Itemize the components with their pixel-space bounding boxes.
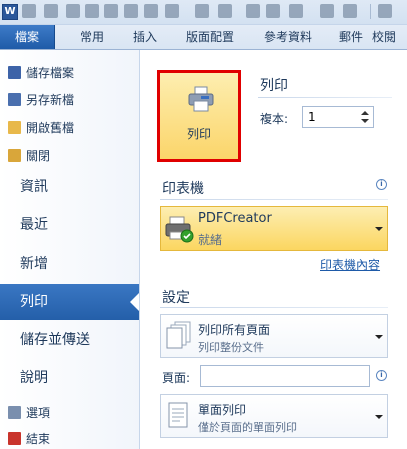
options-icon <box>8 406 21 419</box>
print-sides-subtitle: 僅於頁面的單面列印 <box>198 421 297 434</box>
exit-icon <box>8 432 21 445</box>
symbol-icon[interactable] <box>289 4 303 18</box>
nav-recent[interactable]: 最近 <box>0 207 139 243</box>
picture-icon[interactable] <box>246 4 260 18</box>
printer-name: PDFCreator <box>198 211 272 226</box>
nav-options-label: 選項 <box>26 406 51 420</box>
printer-info-icon[interactable]: i <box>376 179 387 190</box>
ribbon-tab-bar: 檔案 常用 插入 版面配置 參考資料 郵件 校閱 <box>0 25 407 50</box>
nav-options[interactable]: 選項 <box>0 403 139 423</box>
save-icon <box>8 66 21 79</box>
nav-new[interactable]: 新增 <box>0 246 139 282</box>
copies-label: 複本: <box>260 112 289 126</box>
chart-icon[interactable] <box>266 4 280 18</box>
all-pages-icon <box>166 321 191 349</box>
printer-dropdown[interactable]: PDFCreator 就緒 <box>160 206 388 251</box>
nav-help[interactable]: 說明 <box>0 360 139 396</box>
text-box-icon[interactable] <box>165 4 179 18</box>
printer-status: 就緒 <box>198 233 223 247</box>
print-preview-icon[interactable] <box>144 4 158 18</box>
tab-page-layout[interactable]: 版面配置 <box>172 25 248 49</box>
dropdown-arrow-icon <box>375 335 383 339</box>
smartart-icon[interactable] <box>320 4 334 18</box>
tab-insert[interactable]: 插入 <box>122 25 168 49</box>
spin-up-icon[interactable] <box>361 111 369 115</box>
pages-info-icon[interactable]: i <box>376 370 387 381</box>
nav-open-label: 開啟舊檔 <box>26 121 75 135</box>
dropdown-arrow-icon <box>375 227 383 231</box>
settings-heading-rule <box>160 307 388 308</box>
pages-label: 頁面: <box>162 371 191 385</box>
open-folder-icon <box>8 121 21 134</box>
one-sided-icon <box>168 402 188 428</box>
open-icon[interactable] <box>104 4 118 18</box>
print-range-dropdown[interactable]: 列印所有頁面 列印整份文件 <box>160 314 388 358</box>
nav-close[interactable]: 關閉 <box>0 146 139 166</box>
settings-heading: 設定 <box>162 290 190 306</box>
print-range-subtitle: 列印整份文件 <box>198 341 264 354</box>
tab-review[interactable]: 校閱 <box>372 25 407 49</box>
printer-heading-rule <box>160 199 388 200</box>
close-doc-icon <box>8 149 21 162</box>
tab-home[interactable]: 常用 <box>64 25 120 49</box>
nav-save-label: 儲存檔案 <box>26 66 75 80</box>
copies-spinner[interactable]: 1 <box>302 106 374 128</box>
printer-properties-link[interactable]: 印表機內容 <box>320 256 380 273</box>
dropdown-arrow-icon <box>375 415 383 419</box>
shapes-icon[interactable] <box>343 4 357 18</box>
print-range-title: 列印所有頁面 <box>198 323 271 337</box>
nav-print[interactable]: 列印 <box>0 284 139 320</box>
tab-references[interactable]: 參考資料 <box>252 25 324 49</box>
redo-icon[interactable] <box>66 4 80 18</box>
nav-close-label: 關閉 <box>26 149 51 163</box>
pdf-printer-icon <box>165 216 194 243</box>
nav-save-as-label: 另存新檔 <box>26 93 75 107</box>
nav-exit-label: 結束 <box>26 432 51 446</box>
print-button-label: 列印 <box>186 127 211 141</box>
print-button[interactable]: 列印 <box>157 70 241 162</box>
print-sides-dropdown[interactable]: 單面列印 僅於頁面的單面列印 <box>160 394 388 438</box>
columns-icon[interactable] <box>195 4 209 18</box>
save-as-icon <box>8 93 21 106</box>
spin-down-icon[interactable] <box>361 119 369 123</box>
undo-icon[interactable] <box>44 4 58 18</box>
tab-file[interactable]: 檔案 <box>0 25 55 49</box>
nav-save-as[interactable]: 另存新檔 <box>0 90 139 110</box>
printer-heading: 印表機 <box>162 181 204 197</box>
word-logo-icon[interactable]: W <box>2 4 18 20</box>
print-heading-rule <box>258 97 392 98</box>
nav-info[interactable]: 資訊 <box>0 169 139 205</box>
customize-toolbar-icon[interactable] <box>378 4 392 18</box>
nav-save-and-send[interactable]: 儲存並傳送 <box>0 322 139 358</box>
quick-print-icon[interactable] <box>124 4 138 18</box>
new-doc-icon[interactable] <box>85 4 99 18</box>
nav-save[interactable]: 儲存檔案 <box>0 63 139 83</box>
copies-value: 1 <box>308 110 316 124</box>
nav-exit[interactable]: 結束 <box>0 429 139 449</box>
printer-icon <box>188 86 214 112</box>
nav-open[interactable]: 開啟舊檔 <box>0 118 139 138</box>
table-icon[interactable] <box>218 4 232 18</box>
print-heading: 列印 <box>260 78 288 94</box>
save-icon[interactable] <box>22 4 36 18</box>
toolbar-divider <box>370 4 371 19</box>
pages-input[interactable] <box>200 365 370 387</box>
tab-mailings[interactable]: 郵件 <box>330 25 372 49</box>
print-sides-title: 單面列印 <box>198 403 247 417</box>
quick-access-toolbar: W <box>0 0 407 25</box>
